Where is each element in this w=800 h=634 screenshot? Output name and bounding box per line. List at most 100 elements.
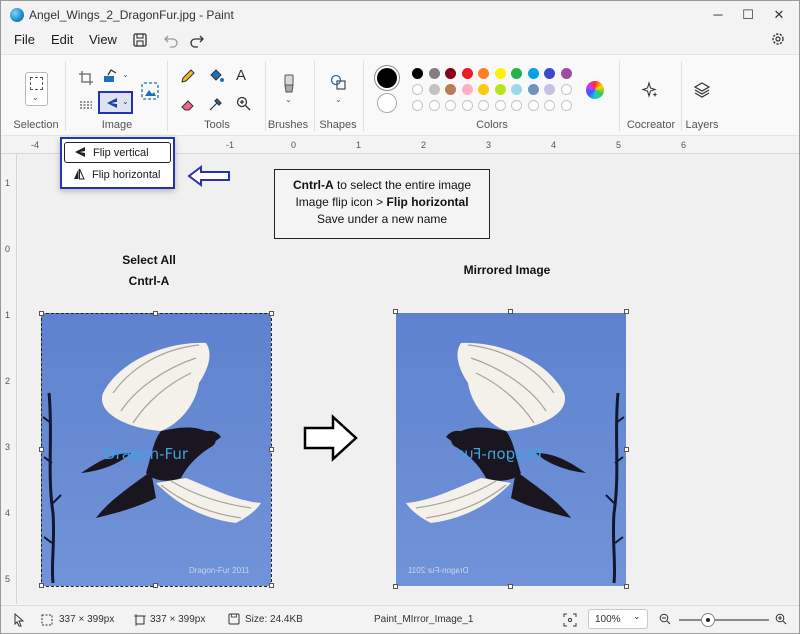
resize-handle[interactable] — [624, 584, 629, 589]
color-swatch[interactable] — [461, 100, 473, 111]
color-swatch[interactable] — [544, 68, 555, 79]
zoom-slider-track[interactable] — [679, 619, 769, 621]
resize-handle[interactable] — [153, 311, 158, 316]
ribbon-divider — [314, 61, 315, 131]
mirrored-image[interactable]: Dragon-Fur Dragon-Fur 2011 — [396, 313, 626, 586]
color-swatch[interactable] — [478, 100, 489, 111]
color-swatch[interactable] — [461, 68, 473, 79]
ruler-tick-label: 0 — [291, 140, 297, 150]
resize-handle[interactable] — [39, 311, 44, 316]
callout-line1: to select the entire image — [333, 178, 472, 192]
right-arrow-icon — [303, 414, 358, 462]
color-swatch[interactable] — [527, 100, 539, 111]
flip-dropdown-menu: Flip vertical Flip horizontal — [60, 137, 175, 189]
color-swatch[interactable] — [560, 100, 572, 111]
maximize-button[interactable]: ☐ — [734, 5, 762, 25]
color-swatch[interactable] — [445, 68, 456, 79]
primary-color[interactable] — [377, 68, 397, 88]
color-swatch[interactable] — [494, 68, 506, 79]
color-swatch[interactable] — [428, 100, 440, 111]
flip-button-highlight[interactable]: ⌄ — [98, 91, 133, 114]
color-wheel-icon[interactable] — [586, 81, 604, 99]
minimize-button[interactable]: ─ — [704, 5, 732, 25]
ruler-tick-label: 5 — [616, 140, 622, 150]
image-select-icon[interactable] — [140, 81, 160, 101]
color-swatch[interactable] — [527, 84, 539, 95]
color-swatch[interactable] — [461, 84, 473, 95]
color-swatch[interactable] — [511, 84, 522, 95]
color-swatch[interactable] — [445, 84, 456, 95]
menu-item-flip-vertical[interactable]: Flip vertical — [64, 142, 171, 163]
resize-handle[interactable] — [393, 309, 398, 314]
zoom-in-icon[interactable] — [775, 613, 787, 625]
menu-view[interactable]: View — [89, 32, 117, 47]
undo-icon[interactable] — [162, 31, 180, 49]
color-swatch[interactable] — [511, 68, 522, 79]
color-swatch[interactable] — [428, 68, 440, 79]
menu-file[interactable]: File — [14, 32, 35, 47]
color-swatch[interactable] — [494, 100, 506, 111]
resize-handle[interactable] — [269, 311, 274, 316]
color-swatch[interactable] — [445, 100, 456, 111]
brush-icon[interactable] — [280, 73, 298, 95]
color-swatch[interactable] — [428, 84, 440, 95]
color-picker-icon[interactable] — [207, 95, 225, 113]
color-swatch[interactable] — [511, 100, 522, 111]
save-icon[interactable] — [131, 31, 149, 49]
instruction-callout: Cntrl-A to select the entire image Image… — [274, 169, 490, 239]
resize-handle[interactable] — [269, 583, 274, 588]
resize-handle[interactable] — [624, 447, 629, 452]
magnifier-icon[interactable] — [235, 95, 253, 113]
ruler-vertical: 1 0 1 2 3 4 5 — [1, 154, 17, 604]
selection-frame[interactable] — [41, 313, 272, 587]
rotate-icon[interactable] — [77, 96, 95, 114]
resize-handle[interactable] — [39, 583, 44, 588]
fill-bucket-icon[interactable] — [207, 67, 225, 85]
color-swatch[interactable] — [412, 100, 423, 111]
color-swatch[interactable] — [478, 68, 489, 79]
zoom-slider-thumb[interactable] — [701, 613, 715, 627]
resize-handle[interactable] — [508, 584, 513, 589]
fit-to-window-icon[interactable] — [563, 613, 577, 627]
group-label-cocreator: Cocreator — [626, 119, 676, 131]
file-name-text: Paint_MIrror_Image_1 — [374, 614, 474, 625]
resize-handle[interactable] — [39, 447, 44, 452]
menu-edit[interactable]: Edit — [51, 32, 73, 47]
color-swatch[interactable] — [560, 84, 572, 95]
callout-shortcut: Cntrl-A — [292, 178, 334, 192]
resize-handle[interactable] — [153, 583, 158, 588]
color-swatch[interactable] — [527, 68, 539, 79]
cocreator-sparkle-icon[interactable] — [641, 81, 659, 99]
close-button[interactable]: ✕ — [765, 5, 793, 25]
zoom-out-icon[interactable] — [659, 613, 671, 625]
redo-icon[interactable] — [188, 31, 206, 49]
color-swatch[interactable] — [560, 68, 572, 79]
resize-handle[interactable] — [269, 447, 274, 452]
resize-icon[interactable] — [102, 67, 120, 85]
resize-handle[interactable] — [393, 584, 398, 589]
color-swatch[interactable] — [494, 84, 506, 95]
eraser-icon[interactable] — [179, 95, 197, 113]
selection-button[interactable]: ⌄ — [25, 72, 48, 106]
title-bar: Angel_Wings_2_DragonFur.jpg - Paint ─ ☐ … — [1, 1, 799, 29]
text-tool-icon[interactable]: A — [236, 67, 246, 84]
selection-size-icon — [41, 614, 53, 626]
resize-handle[interactable] — [624, 309, 629, 314]
ruler-tick-label: 1 — [356, 140, 362, 150]
zoom-dropdown[interactable]: 100% ⌄ — [588, 609, 648, 629]
resize-handle[interactable] — [508, 309, 513, 314]
settings-gear-icon[interactable] — [770, 31, 786, 47]
secondary-color[interactable] — [377, 93, 397, 113]
color-swatch[interactable] — [544, 84, 555, 95]
color-swatch[interactable] — [478, 84, 489, 95]
menu-item-flip-horizontal[interactable]: Flip horizontal — [64, 165, 171, 186]
paint-app-icon — [10, 8, 24, 22]
pencil-icon[interactable] — [179, 67, 197, 85]
chevron-down-icon: ⌄ — [122, 97, 129, 106]
color-swatch[interactable] — [544, 100, 555, 111]
shapes-icon[interactable] — [329, 73, 347, 91]
layers-icon[interactable] — [693, 81, 711, 99]
crop-icon[interactable] — [77, 69, 95, 87]
color-swatch[interactable] — [412, 68, 423, 79]
color-swatch[interactable] — [412, 84, 423, 95]
